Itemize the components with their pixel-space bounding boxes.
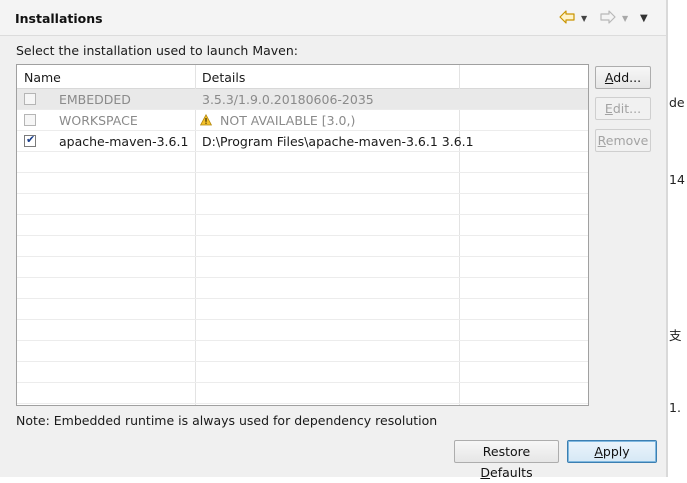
empty-row	[17, 215, 588, 236]
empty-row	[17, 257, 588, 278]
table-row-workspace[interactable]: WORKSPACE NOT AVAILABLE [3.0,)	[17, 110, 588, 131]
background-text-fragment: de	[669, 95, 685, 110]
installation-details: D:\Program Files\apache-maven-3.6.1 3.6.…	[202, 134, 474, 149]
empty-row	[17, 320, 588, 341]
back-arrow-icon[interactable]	[559, 9, 575, 27]
row-checkbox[interactable]: ✔	[24, 133, 36, 147]
empty-row	[17, 278, 588, 299]
forward-navigation[interactable]: ▼	[600, 9, 628, 27]
background-text-fragment: 支	[669, 328, 682, 343]
column-header-name[interactable]: Name	[24, 70, 61, 85]
empty-row	[17, 173, 588, 194]
empty-row	[17, 194, 588, 215]
restore-defaults-button[interactable]: Restore Defaults	[454, 440, 559, 480]
background-text-fragment: 1.	[669, 400, 681, 415]
installation-name: apache-maven-3.6.1	[59, 134, 189, 149]
table-row-apache-maven[interactable]: ✔ apache-maven-3.6.1 D:\Program Files\ap…	[17, 131, 588, 152]
forward-history-chevron-icon[interactable]: ▼	[622, 14, 628, 23]
warning-icon	[199, 113, 213, 126]
column-header-details[interactable]: Details	[202, 70, 245, 85]
add-button[interactable]: Add...	[595, 66, 651, 89]
empty-row	[17, 152, 588, 173]
empty-row	[17, 362, 588, 383]
forward-arrow-icon[interactable]	[600, 9, 616, 27]
empty-row	[17, 341, 588, 362]
empty-row	[17, 299, 588, 320]
window-divider	[666, 0, 668, 477]
table-row-embedded[interactable]: EMBEDDED 3.5.3/1.9.0.20180606-2035	[17, 89, 588, 110]
installation-name: WORKSPACE	[59, 113, 138, 128]
embedded-runtime-note: Note: Embedded runtime is always used fo…	[16, 413, 438, 428]
panel-title: Installations	[15, 11, 103, 26]
empty-row	[17, 383, 588, 404]
checkmark-icon: ✔	[26, 133, 36, 146]
empty-row	[17, 236, 588, 257]
back-history-chevron-icon[interactable]: ▼	[581, 14, 587, 23]
view-menu-chevron-icon[interactable]: ▼	[640, 13, 648, 24]
selection-prompt: Select the installation used to launch M…	[16, 43, 298, 58]
table-header: Name Details	[17, 65, 588, 89]
maven-installations-panel: Installations ▼ ▼ ▼ Select the installat…	[0, 0, 666, 480]
installation-details: 3.5.3/1.9.0.20180606-2035	[202, 92, 374, 107]
edit-button[interactable]: Edit...	[595, 97, 651, 120]
apply-button[interactable]: Apply	[567, 440, 657, 463]
row-checkbox[interactable]	[24, 93, 36, 105]
row-checkbox[interactable]	[24, 114, 36, 126]
back-navigation[interactable]: ▼	[559, 9, 587, 27]
background-text-fragment: 14	[669, 172, 685, 187]
installation-name: EMBEDDED	[59, 92, 131, 107]
view-menu[interactable]: ▼	[640, 9, 648, 27]
installation-details: NOT AVAILABLE [3.0,)	[220, 113, 356, 128]
panel-header: Installations ▼ ▼ ▼	[0, 0, 666, 36]
remove-button[interactable]: Remove	[595, 129, 651, 152]
installations-table[interactable]: Name Details EMBEDDED 3.5.3/1.9.0.201806…	[16, 64, 589, 406]
